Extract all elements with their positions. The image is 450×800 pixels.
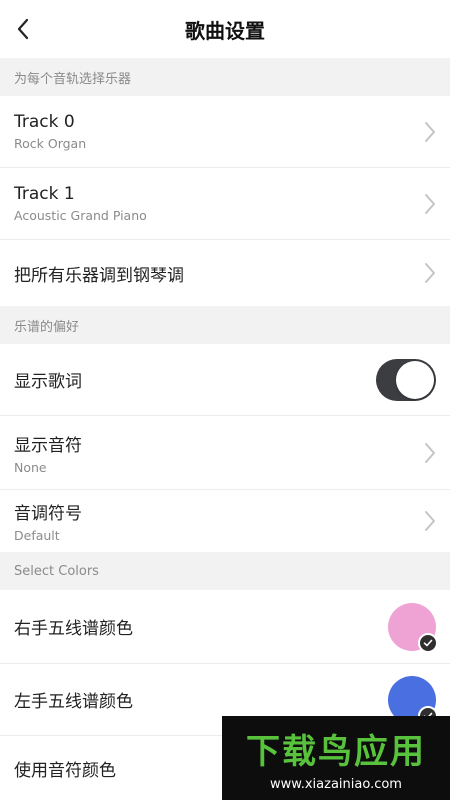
chevron-right-icon xyxy=(425,263,435,283)
track-row-text: Track 1 Acoustic Grand Piano xyxy=(14,184,147,223)
show-notes-value: None xyxy=(14,459,47,475)
right-hand-color-swatch[interactable] xyxy=(388,602,438,653)
song-settings-screen: 歌曲设置 为每个音轨选择乐器 Track 0 Rock Organ Track … xyxy=(0,0,450,800)
chevron-right-icon xyxy=(425,442,435,463)
section-title: 乐谱的偏好 xyxy=(14,319,80,335)
toggle-knob xyxy=(396,360,434,399)
show-notes-label: 显示音符 xyxy=(14,435,82,456)
section-header-preferences: 乐谱的偏好 xyxy=(0,306,450,344)
note-colors-label: 使用音符颜色 xyxy=(14,760,116,781)
piano-all-text: 把所有乐器调到钢琴调 xyxy=(14,261,184,286)
right-hand-color-text: 右手五线谱颜色 xyxy=(14,614,133,639)
top-bar: 歌曲设置 xyxy=(0,0,450,58)
page-title: 歌曲设置 xyxy=(185,18,265,43)
track-row-0[interactable]: Track 0 Rock Organ xyxy=(0,96,450,168)
piano-all-row[interactable]: 把所有乐器调到钢琴调 xyxy=(0,240,450,306)
back-button[interactable] xyxy=(6,12,40,46)
watermark-logo: 下载鸟应用 www.xiazainiao.com xyxy=(222,716,450,800)
section-header-instruments: 为每个音轨选择乐器 xyxy=(0,58,450,96)
show-lyrics-text: 显示歌词 xyxy=(14,367,82,392)
track-label: Track 0 xyxy=(14,112,75,132)
track-instrument: Rock Organ xyxy=(14,136,87,151)
left-hand-color-label: 左手五线谱颜色 xyxy=(14,692,133,712)
chevron-right-icon xyxy=(425,121,435,142)
section-title: 为每个音轨选择乐器 xyxy=(14,71,132,87)
note-colors-text: 使用音符颜色 xyxy=(14,756,116,781)
track-instrument: Acoustic Grand Piano xyxy=(14,208,147,223)
track-row-text: Track 0 Rock Organ xyxy=(14,112,86,151)
key-signature-row[interactable]: 音调符号 Default xyxy=(0,490,450,552)
chevron-right-icon xyxy=(425,511,435,531)
show-lyrics-toggle[interactable] xyxy=(376,358,436,401)
right-hand-color-row[interactable]: 右手五线谱颜色 xyxy=(0,590,450,664)
key-signature-label: 音调符号 xyxy=(14,504,82,524)
back-arrow-icon xyxy=(17,18,29,40)
section-header-colors: Select Colors xyxy=(0,552,450,590)
section-title: Select Colors xyxy=(14,563,99,579)
left-hand-color-text: 左手五线谱颜色 xyxy=(14,687,133,712)
chevron-right-icon xyxy=(425,193,435,214)
watermark-main-text: 下载鸟应用 xyxy=(246,732,426,772)
track-label: Track 1 xyxy=(14,184,75,204)
show-lyrics-row: 显示歌词 xyxy=(0,344,450,416)
key-signature-text: 音调符号 Default xyxy=(14,499,82,543)
piano-all-label: 把所有乐器调到钢琴调 xyxy=(14,265,184,286)
show-lyrics-label: 显示歌词 xyxy=(14,372,82,392)
show-notes-row[interactable]: 显示音符 None xyxy=(0,416,450,490)
key-signature-value: Default xyxy=(14,528,60,543)
right-hand-color-label: 右手五线谱颜色 xyxy=(14,619,133,639)
track-row-1[interactable]: Track 1 Acoustic Grand Piano xyxy=(0,168,450,240)
show-notes-text: 显示音符 None xyxy=(14,431,82,475)
check-icon xyxy=(418,632,438,653)
watermark-url: www.xiazainiao.com xyxy=(270,777,402,792)
